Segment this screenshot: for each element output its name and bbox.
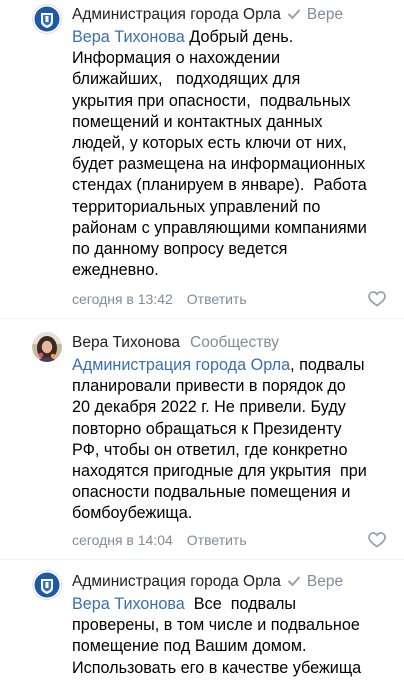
comment-meta: сегодня в 14:04 Ответить [72, 531, 386, 549]
heart-icon[interactable] [368, 291, 386, 307]
author-name[interactable]: Администрация города Орла [72, 573, 281, 590]
comment-text: Вера Тихонова Добрый день. Информация о … [72, 27, 390, 281]
heart-icon[interactable] [368, 532, 386, 548]
reply-to[interactable]: Вере [307, 6, 343, 23]
admin-avatar[interactable] [32, 4, 62, 34]
comment-header: Вера Тихонова Сообществу [72, 333, 386, 353]
verified-icon [287, 9, 300, 19]
author-name[interactable]: Администрация города Орла [72, 6, 281, 23]
mention-link[interactable]: Администрация города Орла [72, 356, 290, 374]
reply-to[interactable]: Вере [307, 573, 343, 590]
divider [0, 318, 404, 319]
emblem-icon [32, 570, 62, 600]
avatar-photo [32, 332, 62, 362]
divider [0, 559, 404, 560]
comment-time: сегодня в 13:42 [72, 291, 173, 307]
admin-avatar[interactable] [32, 570, 62, 600]
comment-body: , подвалы планировали привести в порядок… [72, 356, 367, 523]
comment-body: Добрый день. Информация о нахождении бли… [72, 28, 367, 280]
emblem-icon [32, 4, 62, 34]
comment-text: Вера Тихонова Все подвалы проверены, в т… [72, 594, 390, 679]
comment-header: Администрация города Орла Вере [72, 5, 386, 25]
comment-time: сегодня в 14:04 [72, 532, 173, 548]
comment-text: Администрация города Орла, подвалы плани… [72, 355, 390, 525]
reply-button[interactable]: Ответить [187, 532, 247, 548]
reply-button[interactable]: Ответить [187, 291, 247, 307]
comment-meta: сегодня в 13:42 Ответить [72, 290, 386, 308]
author-name[interactable]: Вера Тихонова [72, 334, 180, 351]
comment-header: Администрация города Орла Вере [72, 572, 386, 592]
user-avatar[interactable] [32, 332, 62, 362]
comment-target[interactable]: Сообществу [190, 334, 279, 351]
verified-icon [287, 576, 300, 586]
mention-link[interactable]: Вера Тихонова [72, 595, 185, 613]
mention-link[interactable]: Вера Тихонова [72, 28, 185, 46]
